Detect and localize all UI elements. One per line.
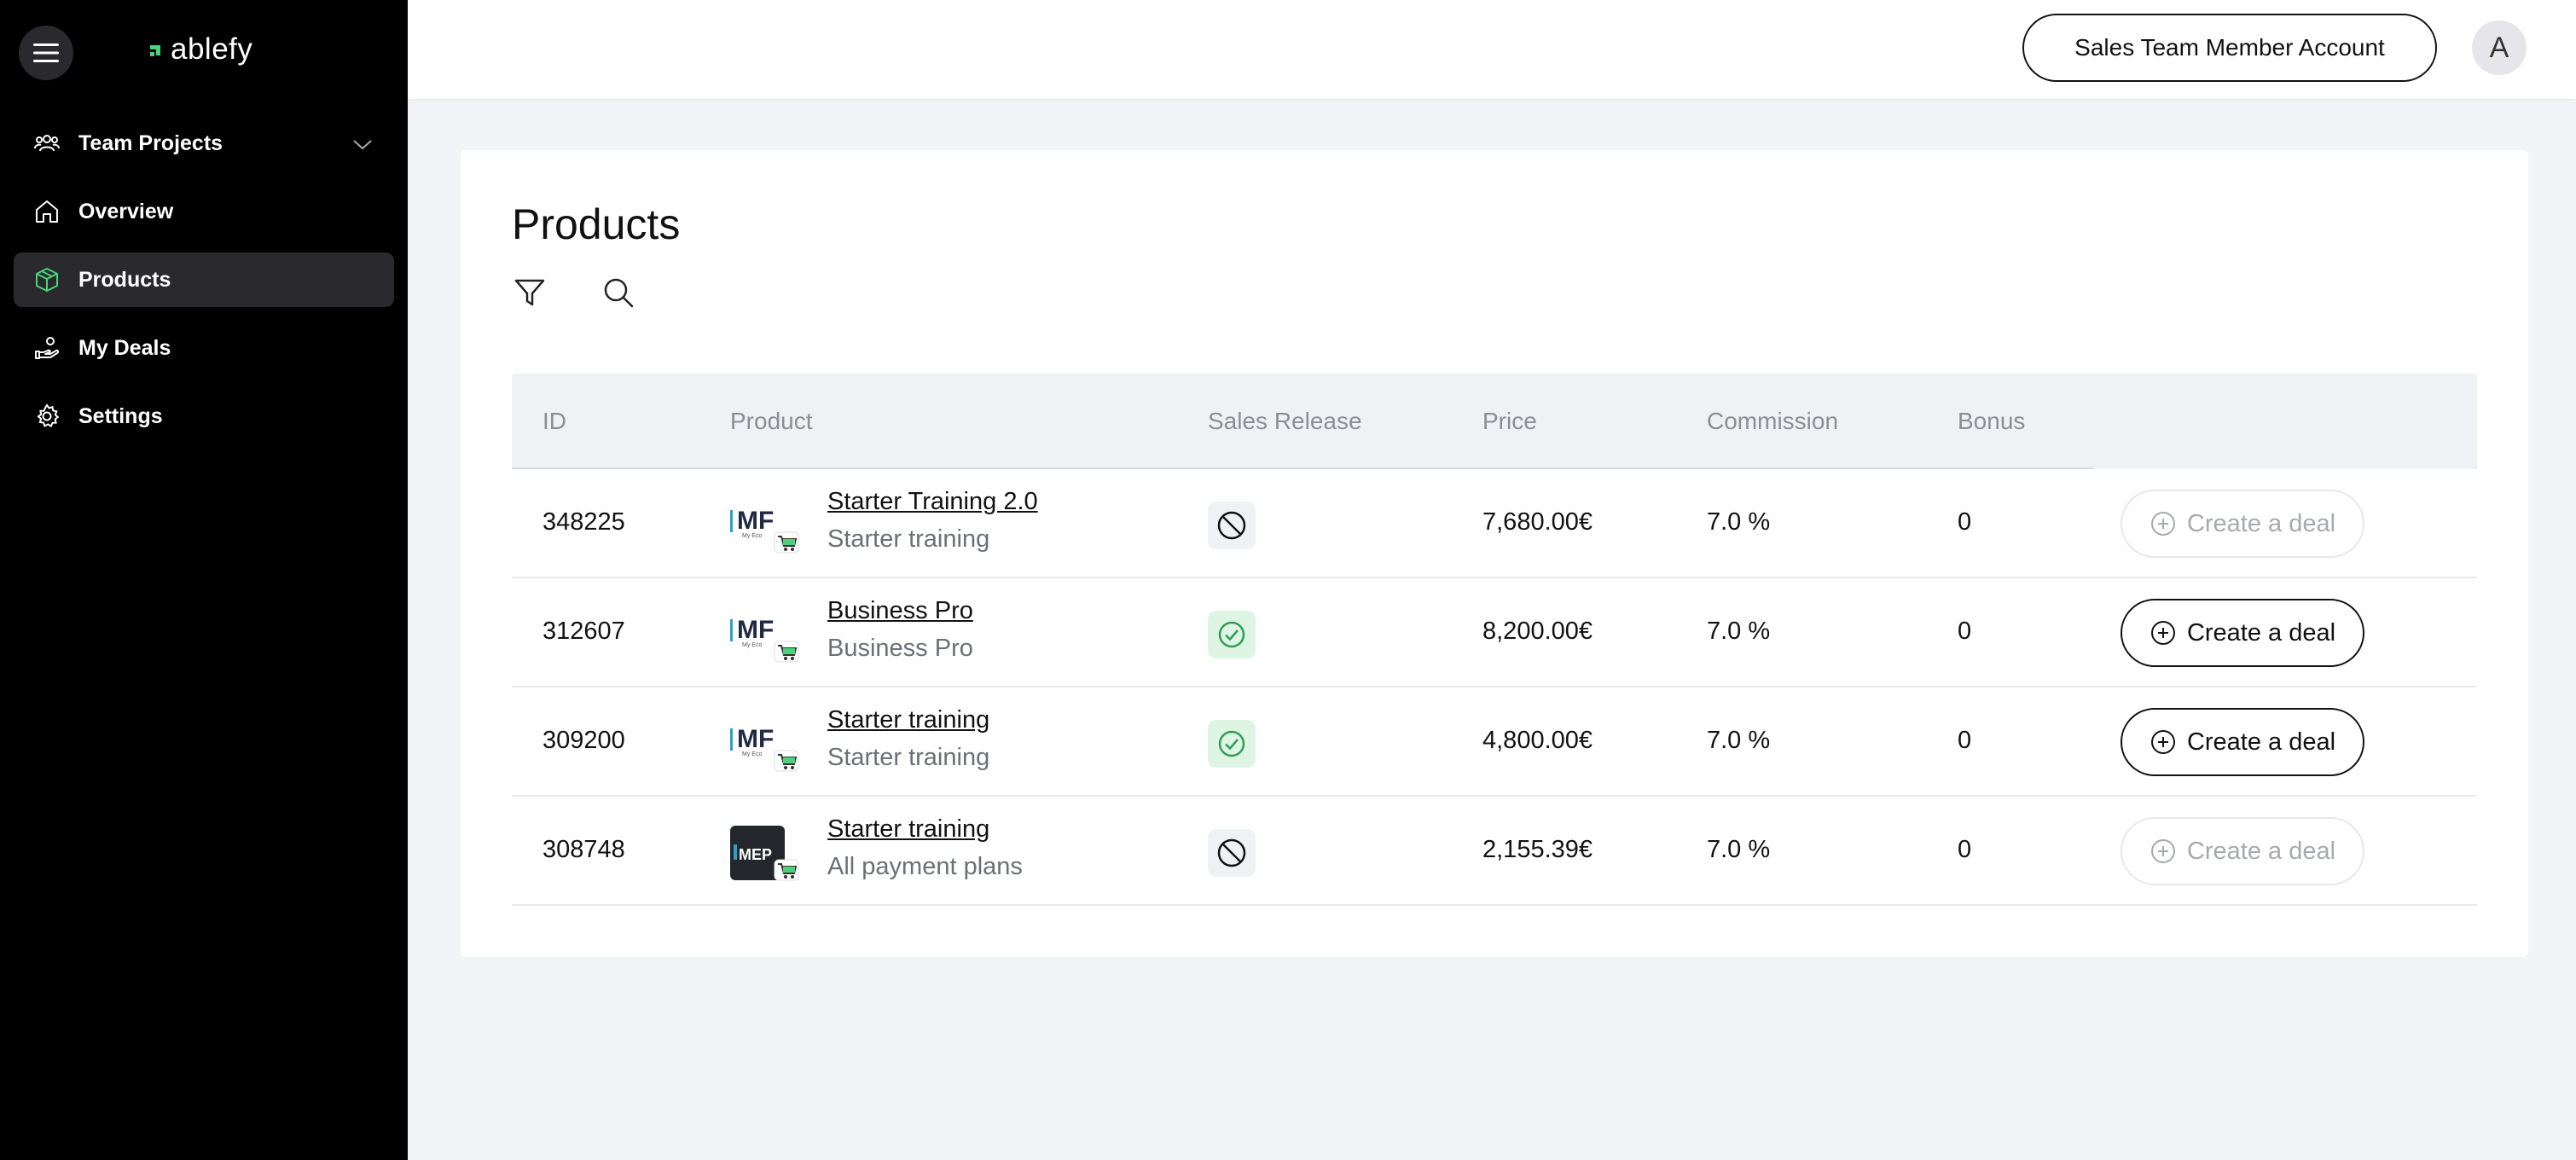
logo-icon (150, 45, 160, 56)
create-deal-label: Create a deal (2186, 509, 2336, 537)
column-header-id[interactable]: ID (542, 408, 566, 435)
hamburger-icon (33, 44, 59, 62)
plus-circle-icon (2150, 621, 2175, 645)
product-name-link[interactable]: Starter Training 2.0 (827, 488, 1038, 516)
product-price: 8,200.00€ (1482, 618, 1593, 645)
sales-release-status (1208, 829, 1256, 877)
product-subtitle: Business Pro (827, 635, 973, 662)
sidebar-item-label: Products (78, 267, 171, 292)
create-deal-button[interactable]: Create a deal (2121, 817, 2364, 885)
svg-text:My Eco: My Eco (742, 642, 762, 648)
product-commission: 7.0 % (1707, 836, 1771, 863)
products-table: ID Product Sales Release Price Commissio… (512, 374, 2477, 906)
search-icon[interactable] (597, 271, 640, 314)
product-thumbnail: MEP (730, 826, 799, 881)
table-row: 309200 MF My Eco Starter training Starte… (512, 687, 2477, 797)
sidebar-item-products[interactable]: Products (14, 252, 394, 307)
product-id: 348225 (542, 508, 625, 536)
table-row: 348225 MF My Eco Starter Training 2.0 St… (512, 469, 2477, 578)
filter-icon[interactable] (508, 271, 551, 314)
home-icon (32, 197, 61, 226)
sales-release-status (1208, 611, 1256, 658)
chevron-down-icon[interactable] (350, 131, 375, 157)
create-deal-button[interactable]: Create a deal (2121, 490, 2364, 558)
product-name-link[interactable]: Starter training (827, 706, 989, 734)
blocked-icon (1217, 511, 1246, 540)
product-commission: 7.0 % (1707, 618, 1771, 645)
product-subtitle: Starter training (827, 525, 990, 553)
svg-text:My Eco: My Eco (742, 751, 762, 757)
check-circle-icon (1218, 621, 1245, 648)
blocked-icon (1217, 838, 1246, 867)
check-circle-icon (1218, 730, 1245, 757)
account-switch-button[interactable]: Sales Team Member Account (2022, 14, 2437, 82)
svg-text:MEP: MEP (739, 846, 772, 863)
sidebar-item-my-deals[interactable]: My Deals (14, 321, 394, 375)
svg-text:MF: MF (737, 725, 774, 753)
hand-coins-icon (32, 334, 61, 362)
plus-circle-icon (2150, 839, 2175, 863)
sales-release-status (1208, 720, 1256, 768)
product-bonus: 0 (1958, 727, 1972, 754)
gear-icon (32, 402, 61, 431)
create-deal-label: Create a deal (2186, 618, 2336, 647)
product-id: 312607 (542, 618, 625, 645)
product-bonus: 0 (1958, 836, 1972, 863)
product-thumbnail: MF My Eco (730, 507, 799, 554)
sidebar-item-label: Team Projects (78, 130, 223, 155)
plus-circle-icon (2150, 512, 2175, 536)
product-price: 7,680.00€ (1482, 508, 1593, 536)
product-thumbnail: MF My Eco (730, 616, 799, 663)
sidebar-item-label: Overview (78, 199, 174, 223)
avatar[interactable]: A (2472, 20, 2527, 75)
hamburger-menu-button[interactable] (19, 26, 73, 80)
product-bonus: 0 (1958, 508, 1972, 536)
svg-text:MF: MF (737, 616, 774, 644)
sales-release-status (1208, 502, 1256, 549)
product-price: 2,155.39€ (1482, 836, 1593, 863)
create-deal-button[interactable]: Create a deal (2121, 599, 2364, 667)
topbar: Sales Team Member Account A (408, 0, 2576, 99)
products-card: Products ID Product Sales Release Price … (461, 150, 2528, 957)
product-thumbnail: MF My Eco (730, 725, 799, 772)
table-row: 312607 MF My Eco Business Pro Business P… (512, 578, 2477, 687)
product-price: 4,800.00€ (1482, 727, 1593, 754)
sidebar-item-overview[interactable]: Overview (14, 184, 394, 239)
column-header-product[interactable]: Product (730, 408, 813, 435)
product-id: 308748 (542, 836, 625, 863)
table-header: ID Product Sales Release Price Commissio… (512, 374, 2477, 469)
product-name-link[interactable]: Starter training (827, 815, 989, 844)
product-id: 309200 (542, 727, 625, 754)
column-header-commission[interactable]: Commission (1707, 408, 1838, 435)
box-icon (32, 265, 61, 294)
team-icon (32, 129, 61, 158)
sidebar-item-label: Settings (78, 403, 163, 428)
sidebar-item-label: My Deals (78, 335, 171, 360)
product-name-link[interactable]: Business Pro (827, 597, 973, 625)
create-deal-button[interactable]: Create a deal (2121, 708, 2364, 776)
logo-text: ablefy (171, 32, 253, 66)
product-subtitle: Starter training (827, 744, 990, 771)
svg-text:MF: MF (737, 507, 774, 535)
logo[interactable]: ablefy (147, 32, 252, 67)
column-header-price[interactable]: Price (1482, 408, 1537, 435)
page-title: Products (512, 200, 681, 248)
plus-circle-icon (2150, 730, 2175, 754)
create-deal-label: Create a deal (2186, 837, 2336, 865)
product-subtitle: All payment plans (827, 853, 1023, 880)
table-row: 308748 MEP Starter training All payment … (512, 797, 2477, 906)
svg-text:My Eco: My Eco (742, 533, 762, 539)
sidebar-item-settings[interactable]: Settings (14, 389, 394, 444)
sidebar-nav: Team Projects Overview Products My Deals… (14, 116, 394, 457)
sidebar-item-team-projects[interactable]: Team Projects (14, 116, 394, 171)
column-header-sales-release[interactable]: Sales Release (1208, 408, 1362, 435)
column-header-bonus[interactable]: Bonus (1958, 408, 2025, 435)
product-commission: 7.0 % (1707, 508, 1771, 536)
product-bonus: 0 (1958, 618, 1972, 645)
sidebar: ablefy Team Projects Overview Products M… (0, 0, 408, 1160)
create-deal-label: Create a deal (2186, 728, 2336, 756)
product-commission: 7.0 % (1707, 727, 1771, 754)
